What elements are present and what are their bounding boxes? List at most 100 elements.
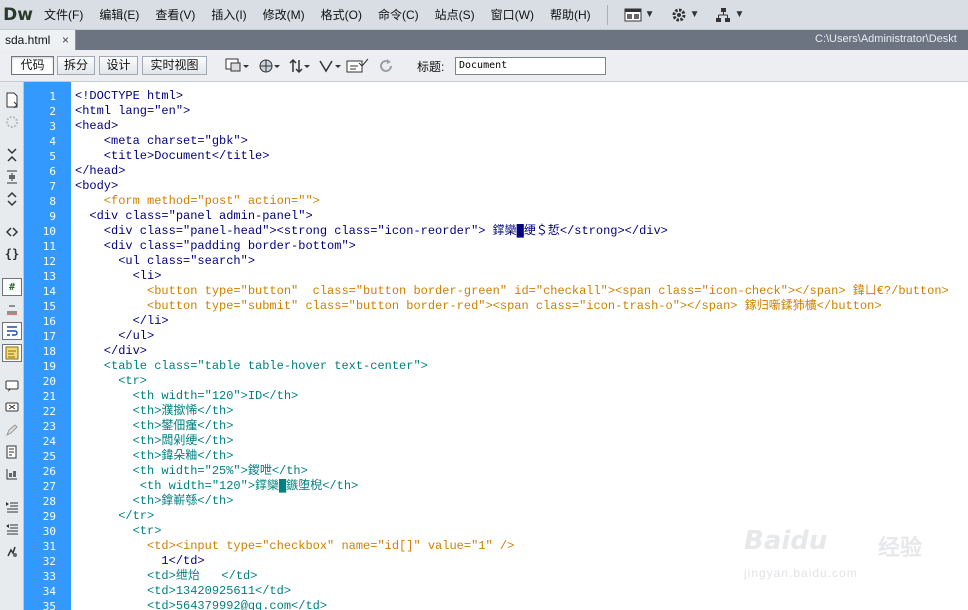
line-number: 24 [42,435,56,448]
code-line[interactable]: <ul class="search"> [71,254,968,269]
menu-window[interactable]: 窗口(W) [483,0,542,30]
design-view-button[interactable]: 设计 [99,56,138,75]
collapse-selection-button[interactable] [2,168,22,186]
collapse-full-tag-button[interactable] [2,146,22,164]
check-page-button[interactable] [346,56,370,76]
line-number: 13 [42,270,56,283]
show-code-navigator-button[interactable] [2,113,22,131]
refresh-button[interactable] [378,56,394,76]
check-page-icon [346,58,369,73]
highlight-invalid-code-button[interactable] [2,300,22,318]
format-source-button[interactable] [2,542,22,560]
code-line[interactable]: <th>闆剁绠</th> [71,434,968,449]
code-text: <th width="120">ID</th> [75,389,299,403]
line-number: 16 [42,315,56,328]
recent-snippets-button[interactable] [2,443,22,461]
code-line[interactable]: </ul> [71,329,968,344]
syntax-coloring-button[interactable] [2,344,22,362]
code-line[interactable]: </li> [71,314,968,329]
collapse-tag-icon [7,148,17,162]
outdent-code-button[interactable] [2,520,22,538]
menu-modify[interactable]: 修改(M) [255,0,313,30]
code-line[interactable]: <li> [71,269,968,284]
live-view-button[interactable]: 实时视图 [142,56,207,75]
split-view-button[interactable]: 拆分 [57,56,95,75]
indent-code-button[interactable] [2,498,22,516]
code-line[interactable]: <td>564379992@qq.com</td> [71,599,968,610]
line-numbers-button[interactable]: # [2,278,22,296]
code-text: <head> [75,119,119,133]
line-numbers-icon: # [8,281,16,293]
expand-all-button[interactable] [2,190,22,208]
settings-button[interactable]: ▼ [663,4,708,26]
layout-button[interactable]: ▼ [616,4,663,26]
menu-help[interactable]: 帮助(H) [542,0,599,30]
code-line[interactable]: <!DOCTYPE html> [71,89,968,104]
move-css-button[interactable] [2,465,22,483]
code-text: </tr> [75,509,155,523]
code-line[interactable]: <button type="button" class="button bord… [71,284,968,299]
multiscreen-button[interactable] [225,56,249,76]
menu-view[interactable]: 查看(V) [147,0,203,30]
document-title-input[interactable]: Document [455,57,606,75]
menu-file[interactable]: 文件(F) [36,0,91,30]
code-line[interactable]: <div class="panel admin-panel"> [71,209,968,224]
site-button[interactable]: ▼ [707,4,752,26]
code-line[interactable]: <table class="table table-hover text-cen… [71,359,968,374]
code-line[interactable]: <th width="25%">鍐呭</th> [71,464,968,479]
code-line[interactable]: <th>鍏朵粬</th> [71,449,968,464]
code-line[interactable]: <title>Document</title> [71,149,968,164]
code-line[interactable]: <tr> [71,374,968,389]
wrap-tag-button[interactable] [2,421,22,439]
code-line[interactable]: </div> [71,344,968,359]
code-line[interactable]: <th width="120">鐣欒█鏃堕棿</th> [71,479,968,494]
code-text: <tr> [75,524,162,538]
move-css-icon [6,469,17,480]
code-line[interactable]: <meta charset="gbk"> [71,134,968,149]
menu-commands[interactable]: 命令(C) [370,0,427,30]
close-icon[interactable]: × [62,33,69,47]
code-line[interactable]: </tr> [71,509,968,524]
line-number: 5 [49,150,56,163]
line-number: 23 [42,420,56,433]
line-number: 18 [42,345,56,358]
code-line[interactable]: <th width="120">ID</th> [71,389,968,404]
coding-toolbar: {} # [0,82,24,610]
line-number: 10 [42,225,56,238]
preview-browser-button[interactable] [258,56,280,76]
menu-format[interactable]: 格式(O) [313,0,370,30]
code-line[interactable]: <div class="padding border-bottom"> [71,239,968,254]
remove-comment-button[interactable] [2,399,22,417]
comment-icon [5,380,19,392]
balance-braces-button[interactable]: {} [2,245,22,263]
code-line[interactable]: <body> [71,179,968,194]
code-line[interactable]: <th>鎿嶄綔</th> [71,494,968,509]
menu-edit[interactable]: 编辑(E) [91,0,147,30]
code-line[interactable]: <head> [71,119,968,134]
code-line[interactable]: </head> [71,164,968,179]
tab-label: sda.html [5,33,51,47]
code-line[interactable]: <th>鐢佃瘽</th> [71,419,968,434]
chevron-down-icon: ▼ [644,9,655,20]
select-parent-tag-button[interactable] [2,223,22,241]
validate-button[interactable] [318,56,342,76]
code-line[interactable]: <th>濮撳悕</th> [71,404,968,419]
word-wrap-button[interactable] [2,322,22,340]
open-documents-button[interactable] [2,91,22,109]
code-text: <button type="submit" class="button bord… [75,299,882,313]
watermark-url: jingyan.baidu.com [744,566,858,580]
code-line[interactable]: <html lang="en"> [71,104,968,119]
code-view-button[interactable]: 代码 [11,56,54,75]
code-line[interactable]: <div class="panel-head"><strong class="i… [71,224,968,239]
code-line[interactable]: <button type="submit" class="button bord… [71,299,968,314]
code-text: </li> [75,314,169,328]
menu-insert[interactable]: 插入(I) [203,0,254,30]
apply-comment-button[interactable] [2,377,22,395]
code-line[interactable]: <form method="post" action=""> [71,194,968,209]
layout-icon [624,8,642,21]
menu-site[interactable]: 站点(S) [427,0,483,30]
tab-sda-html[interactable]: sda.html × [0,30,76,50]
line-number: 6 [49,165,56,178]
code-text: <ul class="search"> [75,254,256,268]
file-management-button[interactable] [288,56,310,76]
